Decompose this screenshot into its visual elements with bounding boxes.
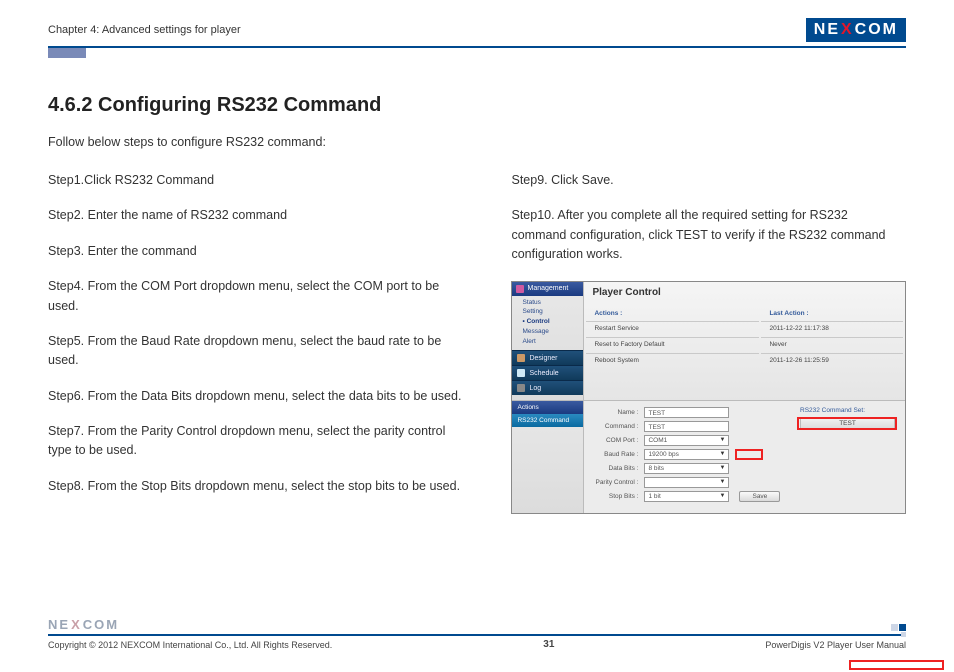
steps-right-column: Step9. Click Save. Step10. After you com… [511,171,906,514]
sidebar-row-log[interactable]: Log [512,380,583,395]
command-set-panel: RS232 Command Set: TEST [800,407,895,429]
table-row: Reboot System2011-12-26 11:25:59 [586,353,903,367]
sidebar-item[interactable]: Alert [522,337,583,347]
screenshot-tabs-side: Actions RS232 Command [512,401,584,513]
tab-actions[interactable]: Actions [512,401,583,414]
databits-select[interactable]: 8 bits▼ [644,463,729,474]
page-footer: NEXCOM Copyright © 2012 NEXCOM Internati… [48,617,906,650]
baudrate-label: Baud Rate : [592,451,644,458]
step-text: Step4. From the COM Port dropdown menu, … [48,277,467,316]
name-label: Name : [592,409,644,416]
steps-left-column: Step1.Click RS232 Command Step2. Enter t… [48,171,467,514]
sidebar-header-label: Management [527,285,568,292]
screenshot-form: Name :TEST Command :TEST COM Port :COM1▼… [584,401,905,513]
chevron-down-icon: ▼ [720,463,726,474]
chevron-down-icon: ▼ [720,435,726,446]
save-button[interactable]: Save [739,491,780,502]
step-text: Step6. From the Data Bits dropdown menu,… [48,387,467,406]
step-text: Step2. Enter the name of RS232 command [48,206,467,225]
comport-label: COM Port : [592,437,644,444]
step-text: Step8. From the Stop Bits dropdown menu,… [48,477,467,496]
main-title: Player Control [584,282,905,306]
stopbits-label: Stop Bits : [592,493,644,500]
section-heading: 4.6.2 Configuring RS232 Command [48,94,906,117]
table-row: Reset to Factory DefaultNever [586,337,903,351]
parity-select[interactable]: ▼ [644,477,729,488]
section-intro: Follow below steps to configure RS232 co… [48,135,906,149]
chevron-down-icon: ▼ [720,491,726,502]
step-text: Step1.Click RS232 Command [48,171,467,190]
logo-text-post: COM [855,21,898,39]
tab-rs232[interactable]: RS232 Command [512,414,583,427]
logo-text-pre: NE [814,21,840,39]
manual-title: PowerDigis V2 Player User Manual [765,640,906,650]
name-input[interactable]: TEST [644,407,729,418]
command-input[interactable]: TEST [644,421,729,432]
screenshot-sidebar: Management Status Setting • Control Mess… [512,282,584,400]
table-row: Restart Service2011-12-22 11:17:38 [586,321,903,335]
logo: NEXCOM [806,18,906,42]
sidebar-header: Management [512,282,583,296]
logo-text-x: X [841,21,854,39]
databits-label: Data Bits : [592,465,644,472]
step-text: Step10. After you complete all the requi… [511,206,906,264]
stopbits-select[interactable]: 1 bit▼ [644,491,729,502]
chapter-title: Chapter 4: Advanced settings for player [48,24,241,36]
footer-decor [901,632,906,637]
chevron-down-icon: ▼ [720,449,726,460]
col-lastaction-header: Last Action : [761,308,903,319]
management-icon [516,285,524,293]
sidebar-row-schedule[interactable]: Schedule [512,365,583,380]
footer-logo: NEXCOM [48,617,906,632]
sidebar-item[interactable]: Status [522,298,583,308]
designer-icon [517,354,525,362]
page-number: 31 [543,639,554,650]
screenshot-main: Player Control Actions : Last Action : R… [584,282,905,400]
page-tab-stub [48,48,86,58]
chevron-down-icon: ▼ [720,477,726,488]
parity-label: Parity Control : [592,479,644,486]
command-set-title: RS232 Command Set: [800,407,895,414]
command-label: Command : [592,423,644,430]
highlight-box [735,449,763,460]
schedule-icon [517,369,525,377]
highlight-box [849,660,944,670]
actions-table: Actions : Last Action : Restart Service2… [584,306,905,369]
step-text: Step3. Enter the command [48,242,467,261]
comport-select[interactable]: COM1▼ [644,435,729,446]
sidebar-item[interactable]: Message [522,327,583,337]
log-icon [517,384,525,392]
step-text: Step5. From the Baud Rate dropdown menu,… [48,332,467,371]
step-text: Step9. Click Save. [511,171,906,190]
copyright-text: Copyright © 2012 NEXCOM International Co… [48,640,332,650]
col-actions-header: Actions : [586,308,759,319]
embedded-screenshot: Management Status Setting • Control Mess… [511,281,906,514]
sidebar-item-current[interactable]: • Control [522,317,583,327]
step-text: Step7. From the Parity Control dropdown … [48,422,467,461]
header-bar: Chapter 4: Advanced settings for player … [48,18,906,48]
footer-decor [891,624,906,631]
baudrate-select[interactable]: 19200 bps▼ [644,449,729,460]
sidebar-row-designer[interactable]: Designer [512,350,583,365]
test-button[interactable]: TEST [800,418,895,429]
sidebar-item[interactable]: Setting [522,307,583,317]
